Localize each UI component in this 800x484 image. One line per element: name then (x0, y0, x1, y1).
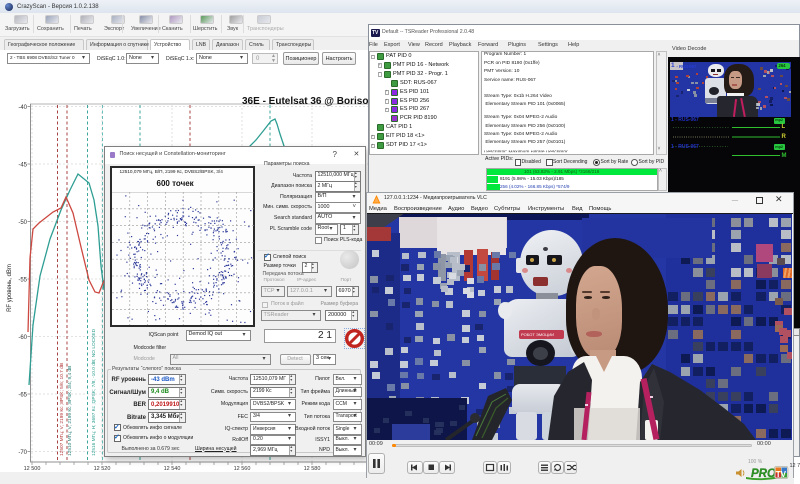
svg-text:TV: TV (776, 470, 787, 479)
svg-text:PRO: PRO (751, 468, 776, 480)
svg-text:36E - Eutelsat 36 @ Borisovo: 36E - Eutelsat 36 @ Borisovo (242, 96, 380, 107)
svg-text:12510 МГц; V; 2199 Кс ;8PSK; 3: 12510 МГц; V; 2199 Кс ;8PSK; 3/4; 9,4 dB (67, 366, 73, 456)
svg-text:-45: -45 (18, 163, 27, 169)
svg-text:12 580: 12 580 (304, 466, 321, 472)
svg-text:-50: -50 (18, 220, 27, 226)
svg-text:12 500: 12 500 (24, 466, 41, 472)
svg-text:-65: -65 (18, 393, 27, 399)
svg-text:12 520: 12 520 (94, 466, 111, 472)
svg-text:12507 МГц; V; 2199 Кс ;8PSK; 5: 12507 МГц; V; 2199 Кс ;8PSK; 5/6; 10.7 d… (59, 363, 65, 456)
svg-text:RF уровень, dBm: RF уровень, dBm (7, 264, 13, 312)
svg-text:-40: -40 (18, 105, 27, 111)
svg-text:-70: -70 (18, 450, 27, 456)
svg-text:12516 МГц; Н; 3697 Кс ;QPSK; 7: 12516 МГц; Н; 3697 Кс ;QPSK; 7/8; -10.0 … (91, 328, 97, 456)
svg-text:-55: -55 (18, 278, 27, 284)
svg-text:12 540: 12 540 (164, 466, 181, 472)
svg-text:12 560: 12 560 (234, 466, 251, 472)
svg-text:-60: -60 (18, 335, 27, 341)
